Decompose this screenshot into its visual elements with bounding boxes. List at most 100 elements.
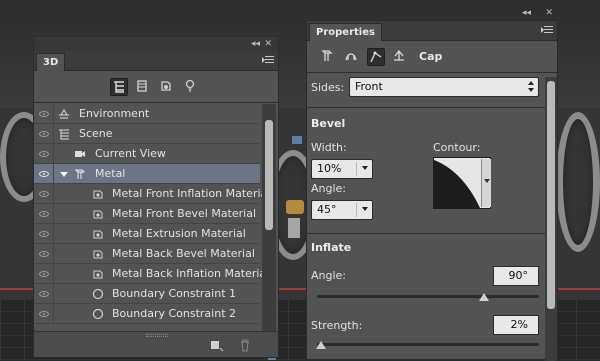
visibility-toggle[interactable] xyxy=(34,224,54,244)
environment-icon xyxy=(59,109,69,119)
deform-icon[interactable] xyxy=(343,48,361,66)
visibility-toggle[interactable] xyxy=(34,304,54,324)
visibility-toggle[interactable] xyxy=(34,124,54,144)
tree-scrollbar[interactable] xyxy=(262,104,276,332)
constraint-icon xyxy=(92,288,104,300)
tree-item-current-view[interactable]: Current View xyxy=(34,144,260,164)
tree-item-environment[interactable]: Environment xyxy=(34,104,260,124)
light-gizmo[interactable] xyxy=(292,136,302,144)
metal-highlight xyxy=(286,200,304,214)
tree-item-scene[interactable]: Scene xyxy=(34,124,260,144)
tree-item-label: Metal xyxy=(95,167,126,180)
chevron-down-icon xyxy=(362,166,368,170)
panel-menu-icon[interactable] xyxy=(262,55,274,65)
mode-toolbar: Cap xyxy=(307,41,557,73)
tab-row: 3D xyxy=(34,51,278,71)
tree-item-label: Environment xyxy=(79,107,150,120)
meshes-icon[interactable] xyxy=(134,78,152,96)
visibility-toggle[interactable] xyxy=(34,184,54,204)
tree-item-material[interactable]: Metal Back Bevel Material xyxy=(34,244,260,264)
inflate-angle-slider[interactable] xyxy=(317,295,539,298)
visibility-toggle[interactable] xyxy=(34,144,54,164)
inflate-angle-value: 90° xyxy=(508,269,529,282)
tree-item-material[interactable]: Metal Back Inflation Material xyxy=(34,264,269,284)
scrollbar-thumb[interactable] xyxy=(265,120,273,230)
tree-item-material[interactable]: Metal Front Inflation Material xyxy=(34,184,270,204)
panel-menu-icon[interactable] xyxy=(541,25,553,35)
chevron-down-icon xyxy=(484,179,490,183)
angle-value: 45° xyxy=(317,203,337,216)
inflate-angle-field[interactable]: 90° xyxy=(493,266,539,286)
sides-label: Sides: xyxy=(311,81,345,94)
scene-tree: Environment Scene Current View Metal Met… xyxy=(34,104,270,324)
tab-properties[interactable]: Properties xyxy=(309,23,382,41)
visibility-toggle[interactable] xyxy=(34,284,54,304)
trash-icon[interactable] xyxy=(238,338,252,352)
tree-item-constraint[interactable]: Boundary Constraint 2 xyxy=(34,304,260,324)
eye-icon xyxy=(39,251,49,257)
inflate-heading: Inflate xyxy=(311,241,352,254)
scrollbar-thumb[interactable] xyxy=(547,81,555,309)
width-field[interactable]: 10% xyxy=(311,159,373,179)
mode-label: Cap xyxy=(419,50,443,63)
panel-footer xyxy=(34,331,278,357)
coordinates-icon[interactable] xyxy=(391,48,409,66)
eye-icon xyxy=(39,311,49,317)
contour-dropdown-button[interactable] xyxy=(481,159,491,207)
camera-icon xyxy=(75,151,85,157)
scene-icon xyxy=(59,129,69,140)
tree-item-constraint[interactable]: Boundary Constraint 1 xyxy=(34,284,260,304)
angle-field[interactable]: 45° xyxy=(311,200,373,220)
properties-scrollbar[interactable] xyxy=(545,77,557,361)
divider xyxy=(356,203,357,217)
mesh-icon[interactable] xyxy=(319,48,337,66)
materials-icon[interactable] xyxy=(158,78,176,96)
visibility-toggle[interactable] xyxy=(34,264,54,284)
metal-letter-shape[interactable] xyxy=(556,112,600,252)
visibility-toggle[interactable] xyxy=(34,104,54,124)
grip-handle[interactable] xyxy=(146,334,168,337)
expand-triangle-icon[interactable] xyxy=(60,172,68,177)
material-icon xyxy=(93,250,103,259)
angle-label: Angle: xyxy=(311,182,347,195)
eye-icon xyxy=(39,131,49,137)
strength-slider[interactable] xyxy=(317,343,539,346)
visibility-toggle[interactable] xyxy=(34,164,54,184)
visibility-toggle[interactable] xyxy=(34,244,54,264)
inflate-angle-slider-thumb[interactable] xyxy=(478,293,489,301)
eye-icon xyxy=(39,211,49,217)
panel-title-bar[interactable]: ◂◂ ✕ xyxy=(34,37,278,51)
inflate-angle-label: Angle: xyxy=(311,269,347,282)
cap-icon[interactable] xyxy=(367,48,385,66)
close-icon[interactable]: ✕ xyxy=(545,7,553,19)
chevron-down-icon xyxy=(362,207,368,211)
tree-item-label: Metal Front Inflation Material xyxy=(112,187,271,200)
constraint-icon xyxy=(92,308,104,320)
close-icon[interactable]: ✕ xyxy=(264,38,272,50)
divider xyxy=(356,162,357,176)
strength-slider-thumb[interactable] xyxy=(316,341,327,349)
tree-item-metal[interactable]: Metal xyxy=(34,164,260,184)
eye-icon xyxy=(39,111,49,117)
sides-dropdown[interactable]: Front xyxy=(349,77,539,97)
tab-3d[interactable]: 3D xyxy=(36,53,66,71)
width-value: 10% xyxy=(317,162,342,175)
lights-icon[interactable] xyxy=(182,78,200,96)
light-gizmo[interactable] xyxy=(288,218,300,238)
section-divider xyxy=(307,233,547,234)
3d-panel: ◂◂ ✕ 3D Environment Scene Current View M… xyxy=(33,36,279,358)
whole-scene-icon[interactable] xyxy=(110,78,128,96)
material-icon xyxy=(93,190,103,199)
collapse-icon[interactable]: ◂◂ xyxy=(522,7,531,19)
eye-icon xyxy=(39,231,49,237)
tree-item-material[interactable]: Metal Front Bevel Material xyxy=(34,204,260,224)
visibility-toggle[interactable] xyxy=(34,204,54,224)
strength-field[interactable]: 2% xyxy=(493,315,539,335)
tab-row: Properties ◂◂ ✕ xyxy=(307,8,557,41)
tree-item-label: Metal Back Bevel Material xyxy=(112,247,255,260)
collapse-icon[interactable]: ◂◂ xyxy=(251,38,260,50)
bevel-heading: Bevel xyxy=(311,117,346,130)
add-object-icon[interactable] xyxy=(210,338,224,352)
tree-item-material[interactable]: Metal Extrusion Material xyxy=(34,224,260,244)
filter-toolbar xyxy=(34,71,278,103)
